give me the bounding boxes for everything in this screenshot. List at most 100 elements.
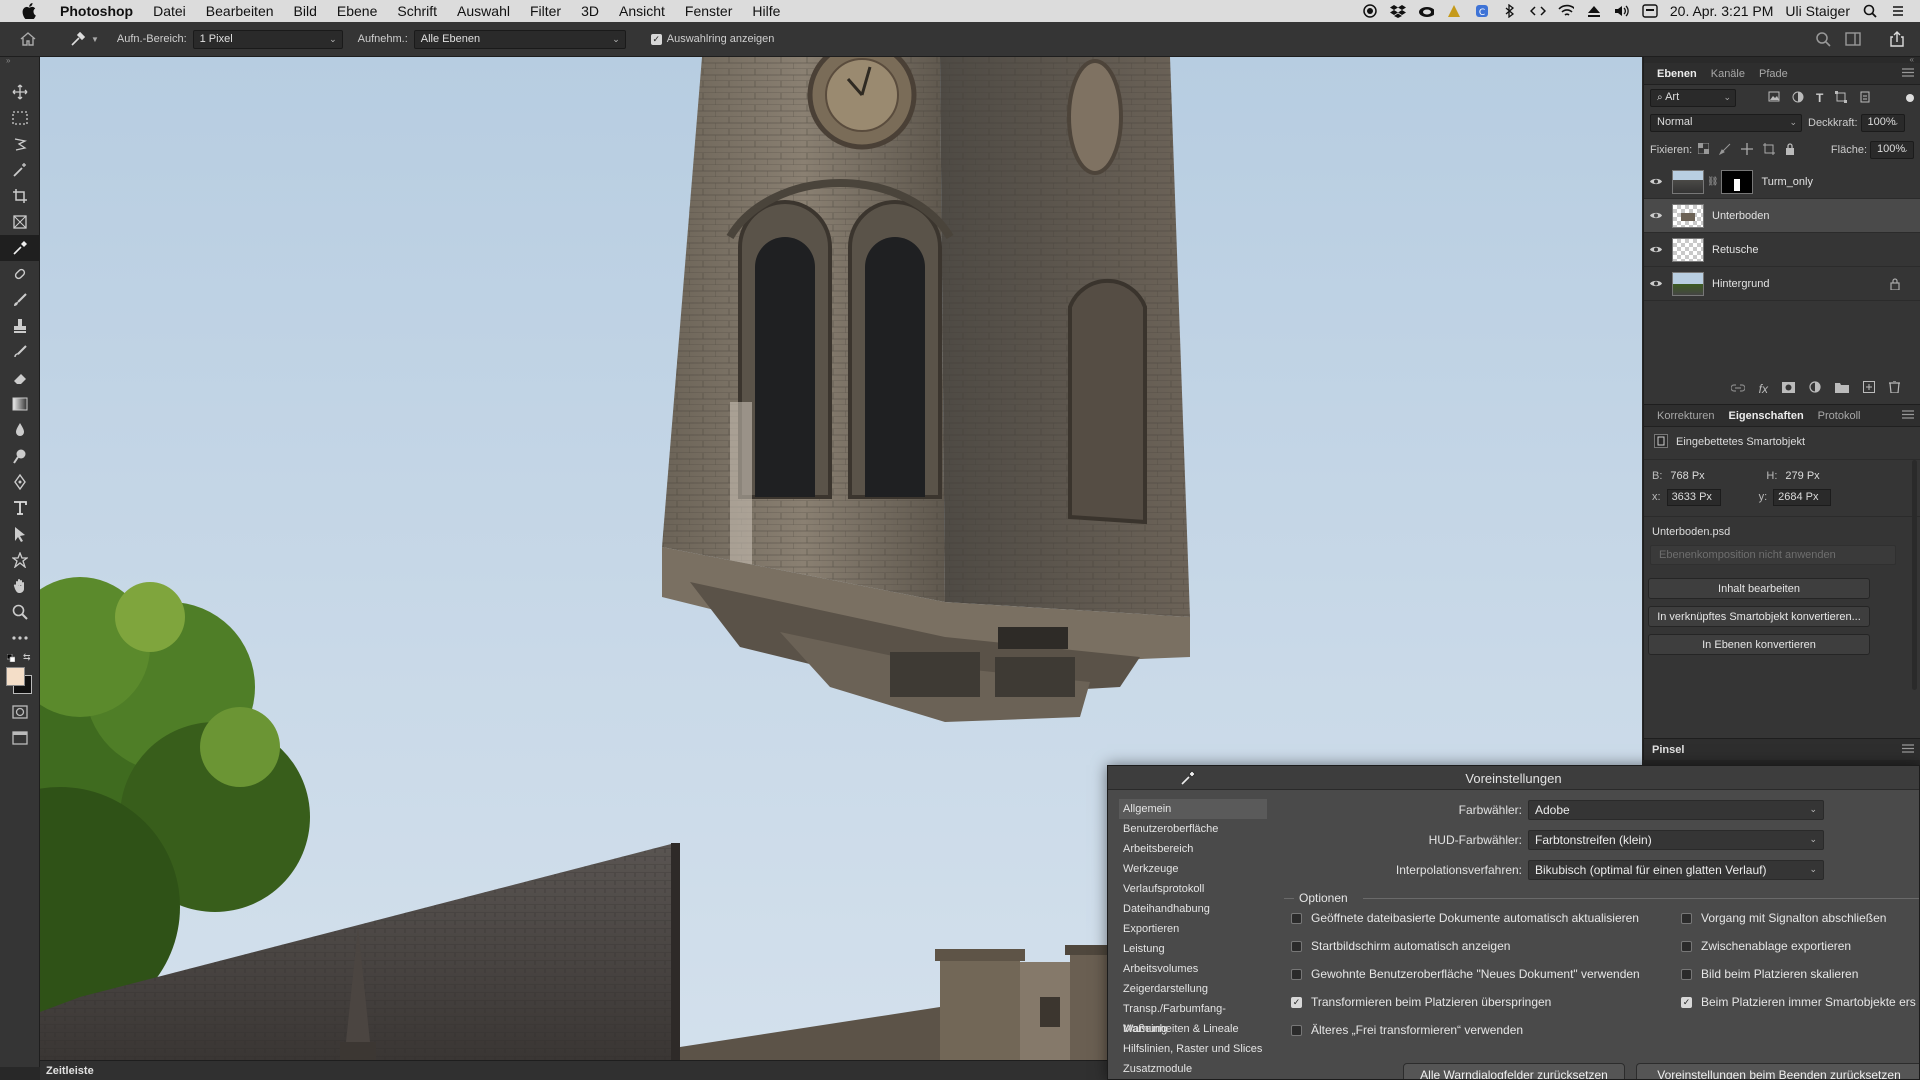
lasso-tool-icon[interactable]	[0, 131, 40, 157]
path-selection-tool-icon[interactable]	[0, 521, 40, 547]
layer-row-hintergrund[interactable]: Hintergrund	[1644, 267, 1920, 301]
menu-app-photoshop[interactable]: Photoshop	[50, 0, 143, 22]
filter-toggle-icon[interactable]	[1906, 94, 1914, 102]
layer-comp-select[interactable]: Ebenenkomposition nicht anwenden	[1650, 545, 1896, 565]
alert-icon[interactable]	[1446, 4, 1462, 18]
option-checkbox[interactable]	[1681, 968, 1692, 980]
zoom-tool-icon[interactable]	[0, 599, 40, 625]
width-value[interactable]: 768 Px	[1670, 470, 1750, 482]
menu-hilfe[interactable]: Hilfe	[742, 0, 790, 22]
filter-shape-icon[interactable]	[1835, 90, 1848, 106]
nav-exportieren[interactable]: Exportieren	[1119, 919, 1267, 939]
tab-korrekturen[interactable]: Korrekturen	[1650, 405, 1721, 427]
dialog-titlebar[interactable]: Voreinstellungen	[1108, 766, 1919, 790]
eyedropper-preset-icon[interactable]	[67, 28, 89, 50]
workspace-icon[interactable]	[1842, 28, 1864, 50]
tab-kanaele[interactable]: Kanäle	[1704, 63, 1752, 85]
option-checkbox[interactable]	[1291, 1024, 1302, 1036]
option-skip-transform[interactable]: ✓ Transformieren beim Platzieren überspr…	[1291, 995, 1551, 1009]
calendar-icon[interactable]	[1642, 4, 1658, 18]
new-layer-icon[interactable]	[1863, 381, 1875, 396]
tab-pfade[interactable]: Pfade	[1752, 63, 1795, 85]
panel-menu-icon[interactable]	[1902, 67, 1914, 80]
frame-tool-icon[interactable]	[0, 209, 40, 235]
pen-tool-icon[interactable]	[0, 469, 40, 495]
nav-hilfslinien[interactable]: Hilfslinien, Raster und Slices	[1119, 1039, 1267, 1059]
option-checkbox-checked[interactable]: ✓	[1681, 996, 1692, 1008]
menu-ebene[interactable]: Ebene	[327, 0, 387, 22]
option-start-screen[interactable]: Startbildschirm automatisch anzeigen	[1291, 939, 1510, 953]
filter-pixel-icon[interactable]	[1768, 91, 1780, 105]
visibility-eye-icon[interactable]	[1644, 211, 1668, 220]
visibility-eye-icon[interactable]	[1644, 279, 1668, 288]
option-legacy-new-doc[interactable]: Gewohnte Benutzeroberfläche "Neues Dokum…	[1291, 967, 1640, 981]
magic-wand-tool-icon[interactable]	[0, 157, 40, 183]
reset-prefs-on-quit-button[interactable]: Voreinstellungen beim Beenden zurücksetz…	[1636, 1063, 1919, 1079]
delete-layer-icon[interactable]	[1889, 380, 1900, 396]
option-legacy-free-transform[interactable]: Älteres „Frei transformieren“ verwenden	[1291, 1023, 1523, 1037]
lock-all-icon[interactable]	[1785, 142, 1795, 158]
x-field[interactable]: 3633 Px	[1666, 488, 1721, 506]
tab-eigenschaften[interactable]: Eigenschaften	[1721, 405, 1810, 427]
option-resize-on-place[interactable]: Bild beim Platzieren skalieren	[1681, 967, 1858, 981]
code-icon[interactable]	[1529, 4, 1546, 18]
creative-cloud-icon[interactable]	[1418, 4, 1434, 18]
lock-pixels-icon[interactable]	[1719, 143, 1731, 158]
option-checkbox[interactable]	[1291, 968, 1302, 980]
option-export-clipboard[interactable]: Zwischenablage exportieren	[1681, 939, 1851, 953]
option-beep[interactable]: Vorgang mit Signalton abschließen	[1681, 911, 1886, 925]
collapse-toolbar-icon[interactable]: »	[0, 57, 39, 65]
link-icon[interactable]: ⛓	[1707, 176, 1718, 187]
menu-ansicht[interactable]: Ansicht	[609, 0, 675, 22]
color-picker-select[interactable]: Adobe ⌄	[1528, 800, 1824, 820]
nav-zeigerdarstellung[interactable]: Zeigerdarstellung	[1119, 979, 1267, 999]
share-icon[interactable]	[1886, 28, 1908, 50]
nav-zusatzmodule[interactable]: Zusatzmodule	[1119, 1059, 1267, 1079]
marquee-tool-icon[interactable]	[0, 105, 40, 131]
nav-verlaufsprotokoll[interactable]: Verlaufsprotokoll	[1119, 879, 1267, 899]
nav-leistung[interactable]: Leistung	[1119, 939, 1267, 959]
layer-row-retusche[interactable]: Retusche	[1644, 233, 1920, 267]
search-icon[interactable]	[1812, 28, 1834, 50]
record-icon[interactable]	[1362, 4, 1378, 18]
stamp-tool-icon[interactable]	[0, 313, 40, 339]
sample-layers-select[interactable]: Alle Ebenen ⌄	[413, 29, 626, 49]
new-group-icon[interactable]	[1835, 382, 1849, 396]
sample-size-select[interactable]: 1 Pixel ⌄	[192, 29, 343, 49]
properties-scrollbar[interactable]	[1912, 460, 1917, 690]
blend-mode-select[interactable]: Normal ⌄	[1650, 114, 1802, 132]
option-checkbox-checked[interactable]: ✓	[1291, 996, 1302, 1008]
eraser-tool-icon[interactable]	[0, 365, 40, 391]
link-layers-icon[interactable]	[1730, 383, 1746, 395]
opacity-field[interactable]: 100% ⌄	[1860, 114, 1905, 132]
brush-tool-icon[interactable]	[0, 287, 40, 313]
menu-datei[interactable]: Datei	[143, 0, 196, 22]
fx-icon[interactable]: fx	[1759, 382, 1768, 396]
layer-mask-thumbnail[interactable]	[1721, 169, 1754, 194]
visibility-eye-icon[interactable]	[1644, 245, 1668, 254]
edit-contents-button[interactable]: Inhalt bearbeiten	[1648, 578, 1870, 599]
nav-arbeitsbereich[interactable]: Arbeitsbereich	[1119, 839, 1267, 859]
show-sampling-ring-checkbox[interactable]: ✓	[650, 33, 662, 45]
crop-tool-icon[interactable]	[0, 183, 40, 209]
lock-artboard-icon[interactable]	[1763, 142, 1776, 158]
nav-benutzeroberflaeche[interactable]: Benutzeroberfläche	[1119, 819, 1267, 839]
filter-smartobject-icon[interactable]	[1859, 91, 1871, 106]
option-always-smart-objects[interactable]: ✓ Beim Platzieren immer Smartobjekte ers	[1681, 995, 1916, 1009]
dropbox-icon[interactable]	[1389, 4, 1406, 18]
nav-masseinheiten[interactable]: Maßeinheiten & Lineale	[1119, 1019, 1267, 1039]
menu-auswahl[interactable]: Auswahl	[447, 0, 520, 22]
more-tools-icon[interactable]	[0, 625, 40, 651]
screen-mode-icon[interactable]	[0, 725, 40, 751]
height-value[interactable]: 279 Px	[1785, 470, 1819, 482]
quick-mask-icon[interactable]	[0, 699, 40, 725]
visibility-eye-icon[interactable]	[1644, 177, 1668, 186]
lock-transparent-icon[interactable]	[1697, 142, 1710, 157]
menu-bild[interactable]: Bild	[284, 0, 327, 22]
add-mask-icon[interactable]	[1782, 381, 1795, 396]
clock-text[interactable]: 20. Apr. 3:21 PM	[1670, 3, 1774, 19]
volume-icon[interactable]	[1614, 4, 1630, 18]
type-tool-icon[interactable]	[0, 495, 40, 521]
menu-filter[interactable]: Filter	[520, 0, 571, 22]
eyedropper-tool-icon[interactable]	[0, 235, 40, 261]
